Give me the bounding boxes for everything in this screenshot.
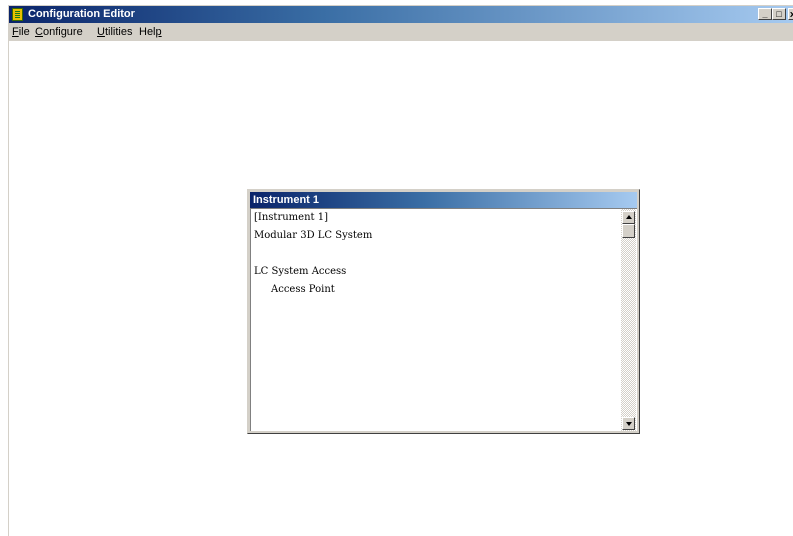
window-title: Configuration Editor [28,8,135,20]
instrument-title-bar[interactable]: Instrument 1 [250,192,637,208]
scroll-down-button[interactable] [622,417,635,430]
minimize-button[interactable]: _ [758,8,772,20]
maximize-button[interactable]: □ [772,8,786,20]
menu-configure[interactable]: Configure [35,23,83,41]
config-line: [Instrument 1] [254,212,328,223]
instrument-window-title: Instrument 1 [253,194,320,206]
instrument-window: Instrument 1 [Instrument 1] Modular 3D L… [247,189,640,434]
configuration-text-area[interactable]: [Instrument 1] Modular 3D LC System LC S… [251,209,620,431]
config-line: Modular 3D LC System [254,230,373,241]
config-line: LC System Access [254,266,347,277]
menu-help[interactable]: Help [139,23,162,41]
scroll-thumb[interactable] [622,224,635,238]
menu-bar: File Configure Utilities Help [9,23,793,41]
config-line: Access Point [271,284,335,295]
app-icon[interactable] [12,8,23,21]
instrument-content: [Instrument 1] Modular 3D LC System LC S… [250,208,637,431]
close-button[interactable]: x [788,8,793,20]
menu-file[interactable]: File [12,23,30,41]
vertical-scrollbar[interactable] [621,209,636,431]
menu-utilities[interactable]: Utilities [97,23,132,41]
scroll-up-button[interactable] [622,211,635,224]
title-bar[interactable]: Configuration Editor _ □ x [9,6,793,23]
